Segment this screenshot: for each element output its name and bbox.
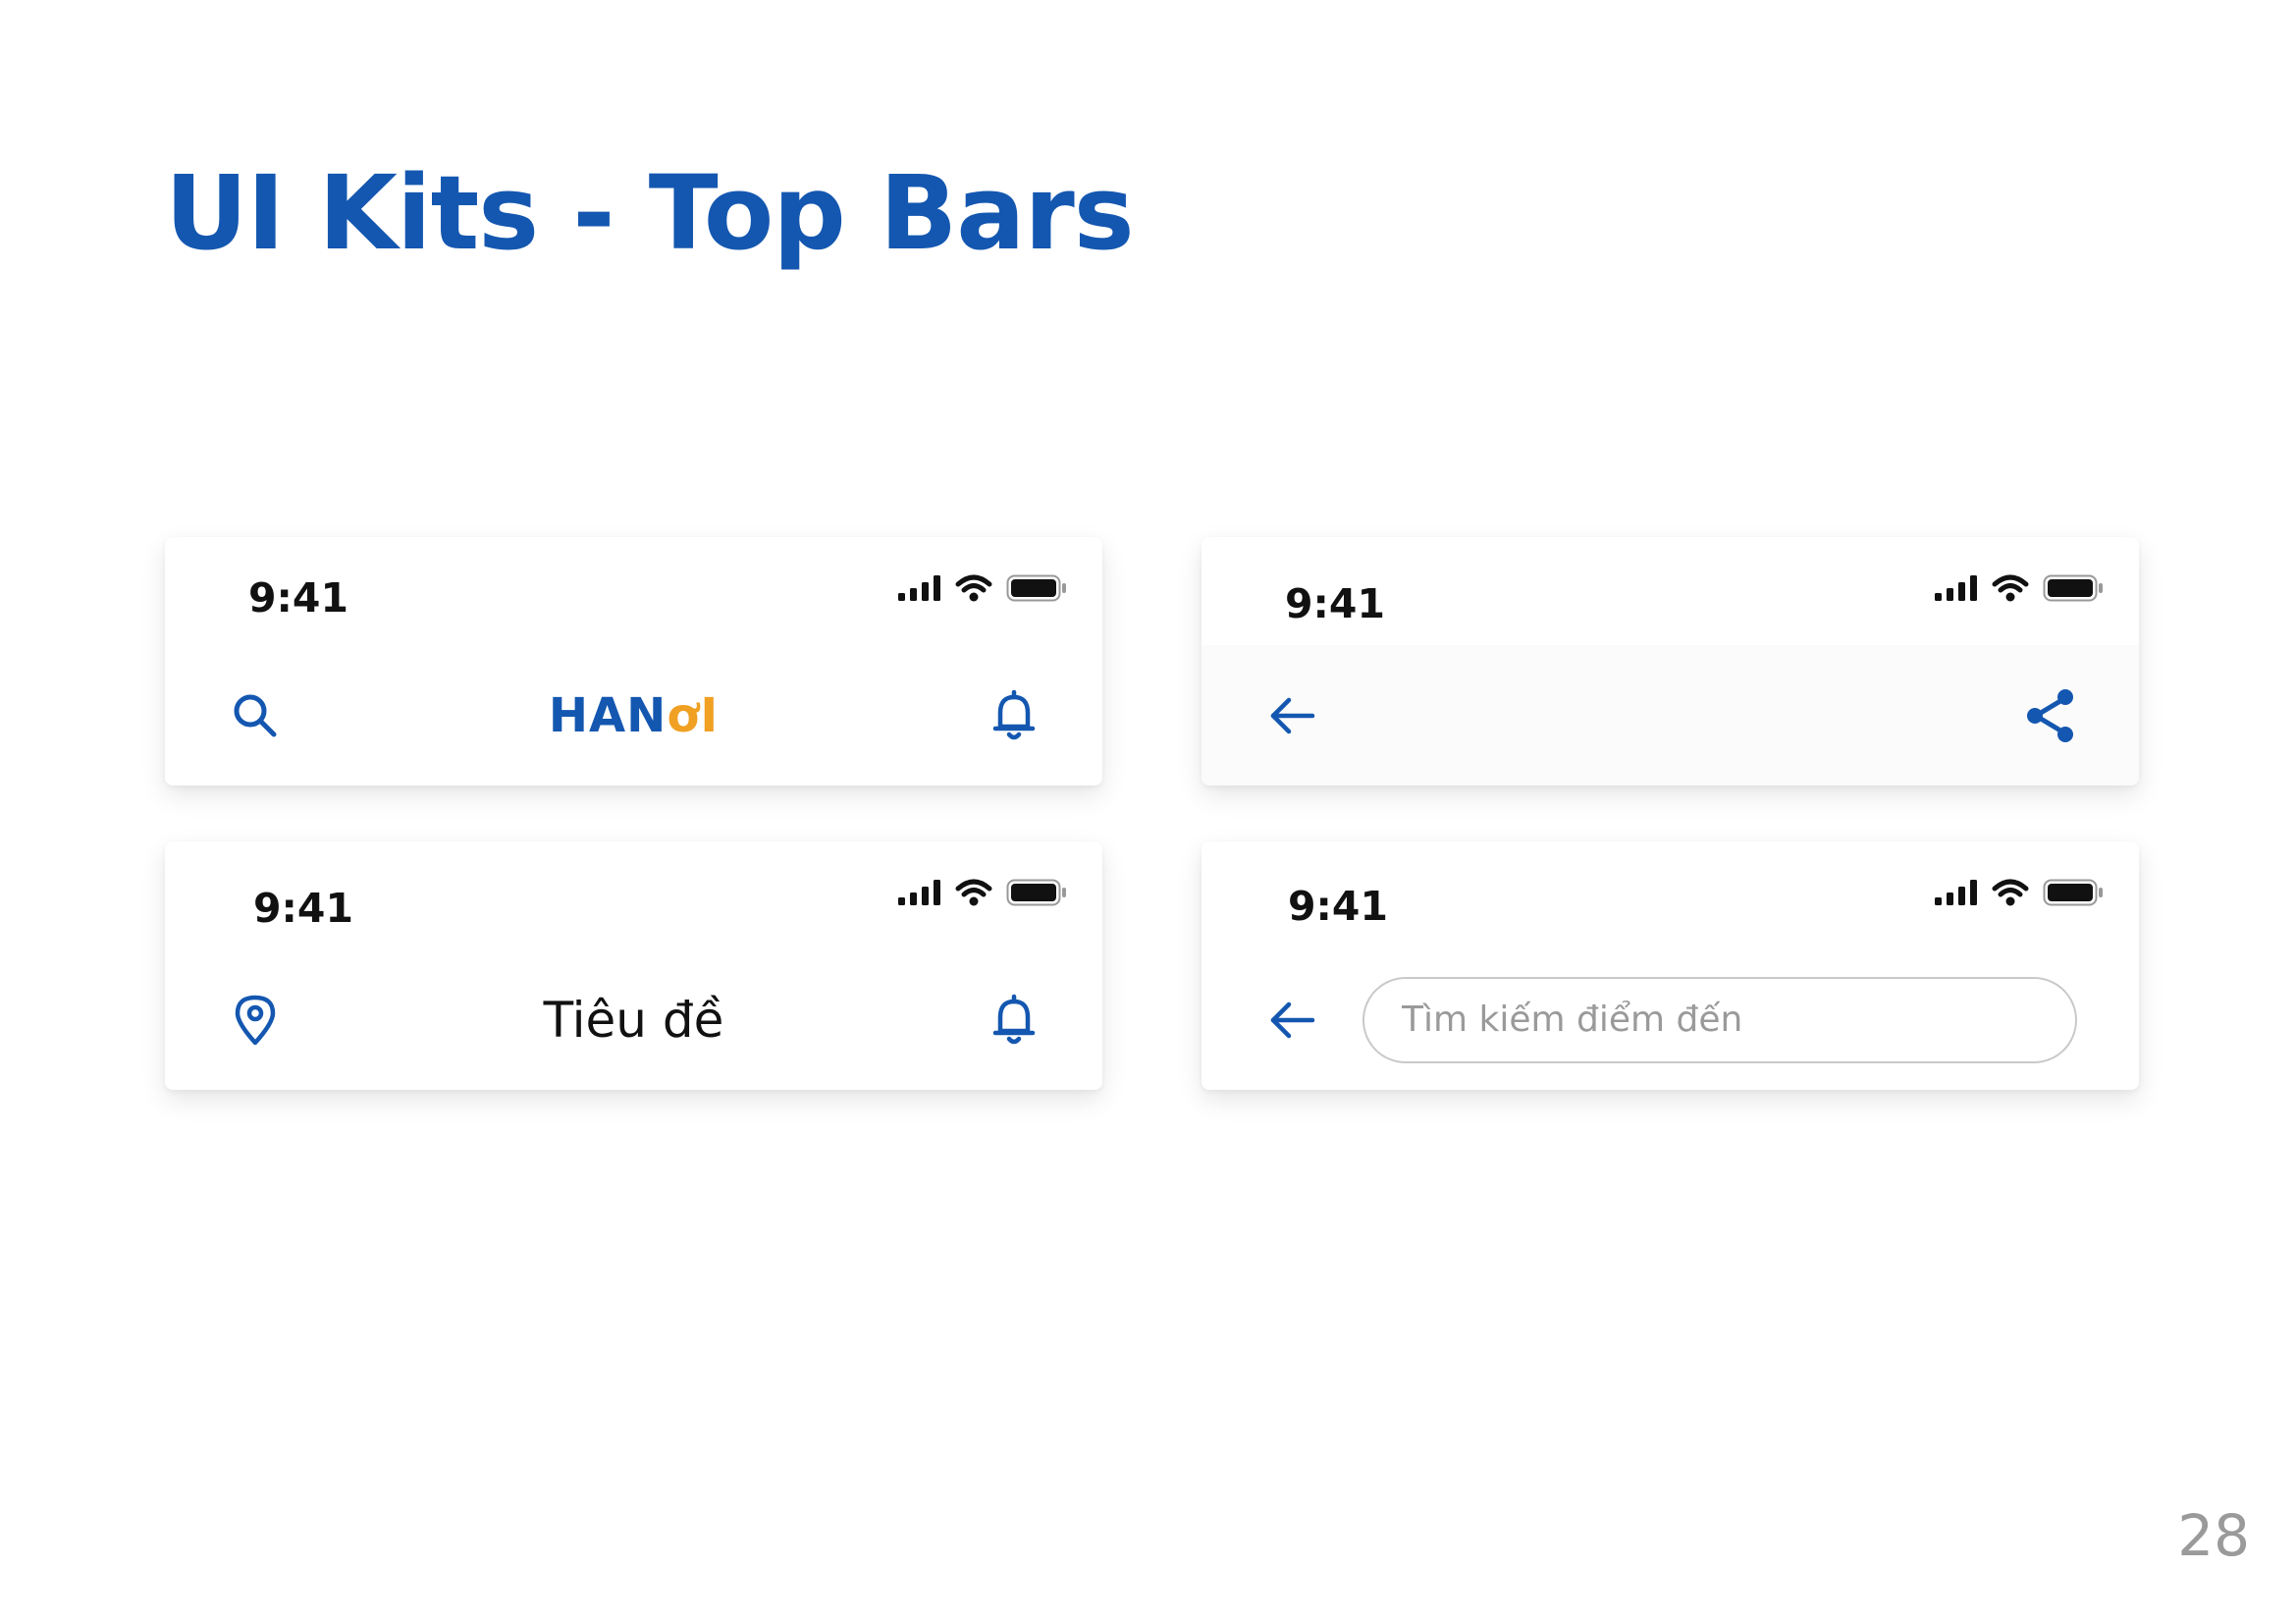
top-bar-search: 9:41 xyxy=(1201,841,2139,1090)
wifi-icon xyxy=(1992,574,2029,602)
status-icons xyxy=(1935,879,2104,906)
search-icon xyxy=(234,694,277,736)
arrow-left-icon xyxy=(1270,1001,1315,1038)
page-number: 28 xyxy=(2177,1502,2250,1569)
logo-text-part2: ơ xyxy=(667,687,701,743)
share-icon xyxy=(2027,688,2073,742)
top-bar-home: 9:41 HAN ơ I xyxy=(165,537,1102,785)
back-button[interactable] xyxy=(1262,686,1321,745)
bell-icon xyxy=(992,689,1036,739)
location-button[interactable] xyxy=(226,991,285,1050)
status-time: 9:41 xyxy=(1285,580,1385,627)
status-icons xyxy=(1935,574,2104,602)
battery-icon xyxy=(1006,574,1066,602)
wifi-icon xyxy=(955,574,992,602)
notifications-button[interactable] xyxy=(985,686,1043,745)
navigation-bar xyxy=(1201,949,2139,1090)
top-bar-title: 9:41 Tiêu đề xyxy=(165,841,1102,1090)
navigation-bar: HAN ơ I xyxy=(165,645,1102,785)
destination-search-input[interactable] xyxy=(1362,976,2077,1063)
status-time: 9:41 xyxy=(1288,883,1388,930)
top-bar-detail: 9:41 xyxy=(1201,537,2139,785)
battery-icon xyxy=(2043,574,2103,602)
cellular-signal-icon xyxy=(1935,575,1977,601)
status-time: 9:41 xyxy=(253,885,353,932)
logo-text-part3: I xyxy=(700,687,720,743)
cellular-signal-icon xyxy=(1935,880,1977,905)
wifi-icon xyxy=(1992,879,2029,906)
battery-icon xyxy=(2043,879,2103,906)
notifications-button[interactable] xyxy=(985,991,1043,1050)
status-icons xyxy=(898,879,1067,906)
share-button[interactable] xyxy=(2021,686,2080,745)
cellular-signal-icon xyxy=(898,575,940,601)
logo-text-part1: HAN xyxy=(548,687,667,743)
bell-icon xyxy=(992,994,1036,1044)
screen-title: Tiêu đề xyxy=(543,991,724,1049)
navigation-bar: Tiêu đề xyxy=(165,949,1102,1090)
navigation-bar xyxy=(1201,645,2139,785)
battery-icon xyxy=(1006,879,1066,906)
back-button[interactable] xyxy=(1262,991,1321,1050)
arrow-left-icon xyxy=(1270,697,1315,733)
wifi-icon xyxy=(955,879,992,906)
status-icons xyxy=(898,574,1067,602)
status-time: 9:41 xyxy=(248,574,348,622)
cellular-signal-icon xyxy=(898,880,940,905)
page-title: UI Kits - Top Bars xyxy=(165,153,1135,273)
brand-logo: HAN ơ I xyxy=(549,688,719,743)
search-button[interactable] xyxy=(226,686,285,745)
location-pin-icon xyxy=(235,995,276,1045)
